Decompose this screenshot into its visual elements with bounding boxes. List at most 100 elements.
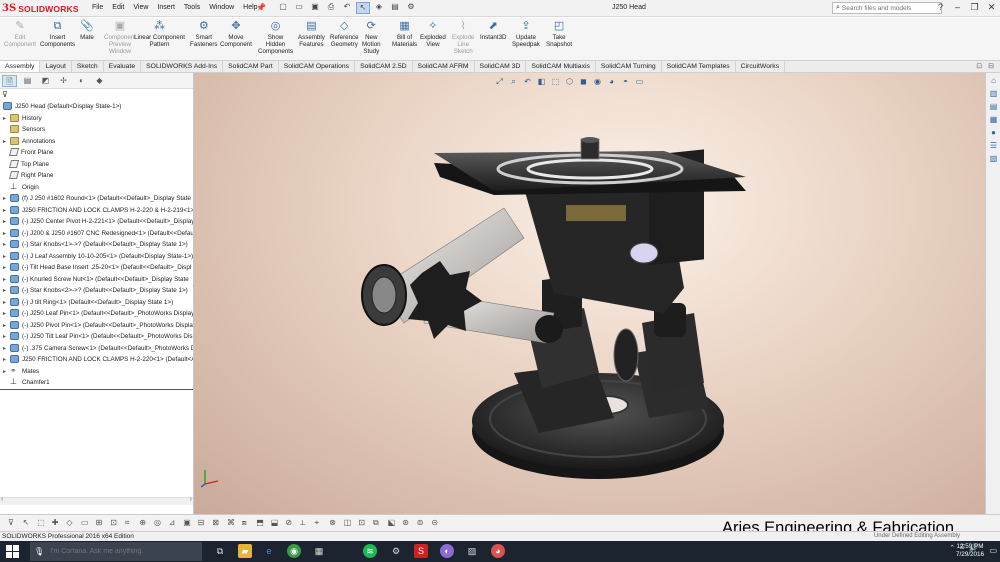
tree-item[interactable]: ▸ (f) J 250 #1602 Round<1> (Default<<Defa…: [0, 193, 193, 205]
tab-circuitworks[interactable]: CircuitWorks: [736, 61, 786, 72]
cortana-search-box[interactable]: 🎙: [30, 542, 202, 561]
selection-filter-icon[interactable]: ⬒: [256, 518, 264, 527]
tab-solidcam-afrm[interactable]: SolidCAM AFRM: [413, 61, 475, 72]
tab-solidcam-multiaxis[interactable]: SolidCAM Multiaxis: [526, 61, 596, 72]
show-hidden-button[interactable]: ◎ Show Hidden Components: [258, 20, 293, 55]
selection-filter-icon[interactable]: ⌖: [315, 518, 320, 528]
solidworks-resources-icon[interactable]: ⌂: [988, 76, 999, 86]
selection-filter-icon[interactable]: ◎: [154, 518, 161, 527]
selection-filter-icon[interactable]: ⊡: [358, 518, 365, 527]
selection-filter-icon[interactable]: ⟂: [300, 518, 305, 528]
selection-filter-icon[interactable]: ⊕: [139, 518, 146, 527]
tree-item[interactable]: ▸ (-) Star Knobs<2>->? (Default<<Default>…: [0, 285, 193, 297]
selection-filter-icon[interactable]: ⬚: [37, 518, 45, 527]
tab-solidcam-3d[interactable]: SolidCAM 3D: [475, 61, 527, 72]
tab-layout[interactable]: Layout: [40, 61, 72, 72]
selection-filter-icon[interactable]: ⌗: [125, 518, 130, 528]
windows-start-icon[interactable]: [6, 545, 19, 558]
snapshot-button[interactable]: ◰ Take Snapshot: [546, 20, 572, 48]
task-view-icon[interactable]: ⧉: [213, 544, 227, 558]
settings-gear-icon[interactable]: ⚙: [389, 544, 403, 558]
graphics-area[interactable]: ⤢ ⌕ ↶ ◧ ⬚ ⬡ ◼ ◉ ◕ ◓ ▭: [194, 73, 985, 514]
file-explorer-app-icon[interactable]: ▰: [238, 544, 252, 558]
expand-arrow-icon[interactable]: ▸: [3, 263, 10, 274]
horizontal-scrollbar[interactable]: ‹ ›: [0, 496, 193, 505]
selection-filter-icon[interactable]: ▭: [81, 518, 89, 527]
cortana-input[interactable]: [50, 548, 191, 555]
selection-filter-icon[interactable]: ⊝: [431, 518, 438, 527]
linear-pattern-button[interactable]: ⁂ Linear Component Pattern: [134, 20, 185, 48]
action-center-icon[interactable]: ▭: [989, 546, 997, 555]
selection-filter-icon[interactable]: ⊠: [212, 518, 219, 527]
display-manager-tab-icon[interactable]: ◐: [74, 75, 89, 87]
open-document-icon[interactable]: ▭: [292, 2, 306, 14]
selection-filter-icon[interactable]: ⊞: [96, 518, 103, 527]
help-icon[interactable]: ?: [932, 0, 949, 16]
tab-solidcam-part[interactable]: SolidCAM Part: [223, 61, 279, 72]
tab-sketch[interactable]: Sketch: [72, 61, 104, 72]
edge-browser-icon[interactable]: e: [262, 544, 276, 558]
feature-manager-tab-icon[interactable]: 🗎: [2, 75, 17, 87]
tree-root[interactable]: J250 Head (Default<Display State-1>): [0, 101, 193, 113]
motion-study-button[interactable]: ⟳ New Motion Study: [362, 20, 381, 55]
tree-item[interactable]: ⊥ Chamfer1: [0, 377, 193, 389]
tab-evaluate[interactable]: Evaluate: [104, 61, 142, 72]
tree-item[interactable]: ▸ Annotations: [0, 136, 193, 148]
move-component-button[interactable]: ✥ Move Component: [220, 20, 252, 48]
expand-arrow-icon[interactable]: ▸: [3, 252, 10, 263]
expand-arrow-icon[interactable]: ▸: [3, 194, 10, 205]
expand-arrow-icon[interactable]: ▸: [3, 240, 10, 251]
scroll-left-icon[interactable]: ‹: [1, 496, 3, 503]
tree-item[interactable]: ▸ (-) J200 & J250 #1607 CNC Redesigned<1>…: [0, 228, 193, 240]
undo-icon[interactable]: ↶: [340, 2, 354, 14]
selection-filter-icon[interactable]: ⬕: [388, 518, 396, 527]
tab-solidcam-2-5d[interactable]: SolidCAM 2.5D: [355, 61, 413, 72]
menu-window[interactable]: Window: [209, 4, 234, 11]
tree-item[interactable]: Right Plane: [0, 170, 193, 182]
pinned-app-icon[interactable]: ◕: [491, 544, 505, 558]
tree-item[interactable]: ▸ (-) J tilt Ring<1> (Default<<Default>_D…: [0, 297, 193, 309]
print-icon[interactable]: ⎙: [324, 2, 338, 14]
selection-filter-icon[interactable]: ⊡: [110, 518, 117, 527]
selection-filter-icon[interactable]: ⊿: [169, 518, 176, 527]
menu-edit[interactable]: Edit: [112, 4, 124, 11]
tree-item[interactable]: ▸ ⚭ Mates: [0, 366, 193, 378]
tray-chevron-icon[interactable]: ⌃: [949, 544, 955, 552]
tab-assembly[interactable]: Assembly: [0, 61, 41, 72]
expand-arrow-icon[interactable]: ▸: [3, 298, 10, 309]
j250-head-model[interactable]: [194, 73, 985, 514]
solidworks-logo[interactable]: 3S SOLIDWORKS: [2, 2, 79, 15]
selection-filter-icon[interactable]: ⊜: [417, 518, 424, 527]
tree-item[interactable]: ▸ (-) J Leaf Assembly 10-10-205<1> (Defau…: [0, 251, 193, 263]
tab-solidcam-turning[interactable]: SolidCAM Turning: [596, 61, 662, 72]
speedpak-button[interactable]: ⇪ Update Speedpak: [512, 20, 540, 48]
tree-item[interactable]: ▸ History: [0, 113, 193, 125]
selection-filter-icon[interactable]: ⊗: [329, 518, 336, 527]
selection-filter-icon[interactable]: ⬓: [271, 518, 279, 527]
view-palette-icon[interactable]: ▦: [988, 115, 999, 125]
edit-component-button[interactable]: ✎ Edit Component: [4, 20, 36, 48]
selection-filter-icon[interactable]: ↖: [23, 518, 30, 527]
instant3d-button[interactable]: ⬈ Instant3D: [480, 20, 506, 41]
save-icon[interactable]: ▣: [308, 2, 322, 14]
tree-item[interactable]: ▸ (-) J250 Leaf Pin<1> (Default<<Default>…: [0, 308, 193, 320]
dimxpert-tab-icon[interactable]: ✢: [56, 75, 71, 87]
menu-tools[interactable]: Tools: [184, 4, 200, 11]
tile-icon[interactable]: ⊟: [988, 62, 994, 70]
tab-solidcam-templates[interactable]: SolidCAM Templates: [662, 61, 736, 72]
filter-row[interactable]: ⊽: [0, 89, 193, 101]
expand-arrow-icon[interactable]: ▸: [3, 137, 10, 148]
selection-filter-icon[interactable]: ⌘: [227, 518, 235, 527]
expand-arrow-icon[interactable]: ▸: [3, 332, 10, 343]
expand-arrow-icon[interactable]: ▸: [3, 367, 10, 378]
preview-window-button[interactable]: ▣ Component Preview Window: [104, 20, 136, 55]
expand-arrow-icon[interactable]: ▸: [3, 275, 10, 286]
selection-filter-icon[interactable]: ✚: [52, 518, 59, 527]
microphone-icon[interactable]: 🎙: [34, 547, 44, 556]
clock[interactable]: 12:59 PM 7/29/2016: [956, 543, 984, 559]
menu-insert[interactable]: Insert: [157, 4, 175, 11]
solidworks-taskbar-icon[interactable]: S: [414, 544, 428, 558]
calculator-icon[interactable]: ▦: [312, 544, 326, 558]
selection-filter-icon[interactable]: ⧉: [373, 518, 379, 528]
expand-arrow-icon[interactable]: ▸: [3, 217, 10, 228]
